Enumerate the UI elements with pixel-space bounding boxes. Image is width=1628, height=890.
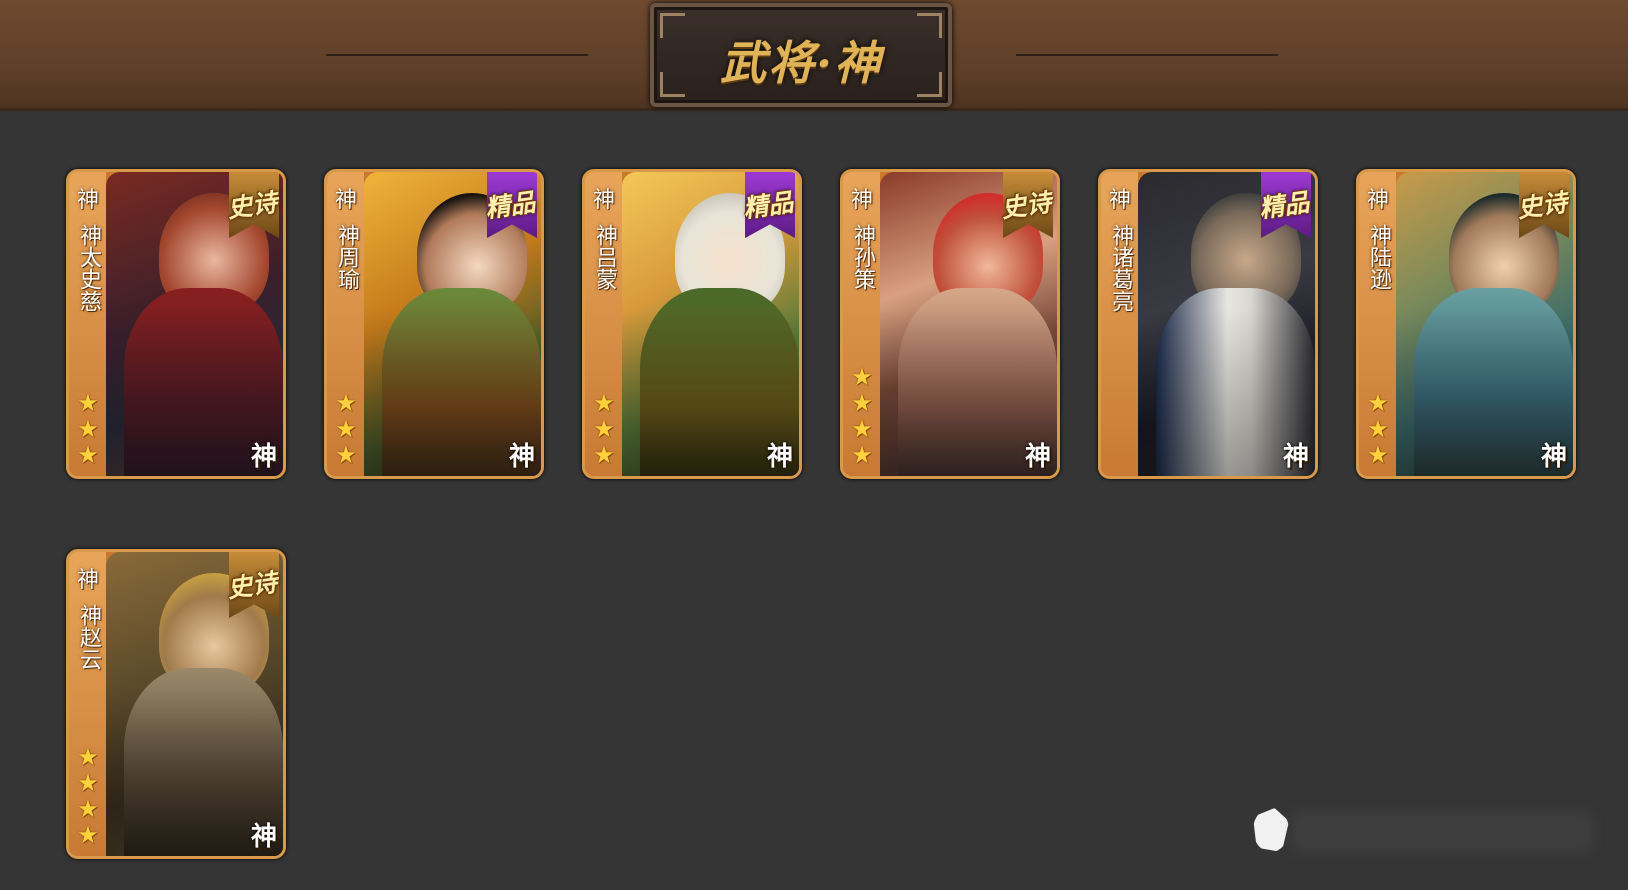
watermark-logo-icon xyxy=(1253,808,1289,852)
star-rating: ★ ★ ★ ★ xyxy=(74,744,102,848)
general-name: 神周瑜 xyxy=(334,224,359,290)
star-icon: ★ xyxy=(851,415,873,443)
general-card-zhaoyun[interactable]: 神 神赵云 ★ ★ ★ ★ 史诗 神 xyxy=(66,549,286,859)
star-icon: ★ xyxy=(1367,441,1389,469)
general-card-lvmeng[interactable]: 神 神吕蒙 ★ ★ ★ 精品 神 xyxy=(582,169,802,479)
god-badge: 神 xyxy=(250,442,277,472)
general-name: 神孙策 xyxy=(850,224,875,290)
star-icon: ★ xyxy=(77,743,99,771)
general-card-taishici[interactable]: 神 神太史慈 ★ ★ ★ 史诗 神 xyxy=(66,169,286,479)
card-side-strip xyxy=(1101,172,1138,476)
card-kind-label: 神 xyxy=(850,188,873,213)
general-name: 神太史慈 xyxy=(76,224,101,312)
card-kind-label: 神 xyxy=(76,568,99,593)
watermark-blur xyxy=(1292,812,1592,852)
star-icon: ★ xyxy=(593,389,615,417)
card-kind-label: 神 xyxy=(1366,188,1389,213)
star-icon: ★ xyxy=(851,441,873,469)
star-icon: ★ xyxy=(593,415,615,443)
star-icon: ★ xyxy=(77,821,99,849)
star-rating: ★ ★ ★ xyxy=(590,390,618,468)
star-icon: ★ xyxy=(1367,389,1389,417)
watermark-logo-shape xyxy=(1253,808,1289,852)
god-badge: 神 xyxy=(1024,442,1051,472)
star-icon: ★ xyxy=(77,441,99,469)
card-kind-label: 神 xyxy=(1108,188,1131,213)
general-name: 神赵云 xyxy=(76,604,101,670)
star-icon: ★ xyxy=(851,363,873,391)
card-kind-label: 神 xyxy=(76,188,99,213)
god-badge: 神 xyxy=(508,442,535,472)
star-icon: ★ xyxy=(593,441,615,469)
title-plaque: 武将·神 xyxy=(650,3,952,107)
card-kind-label: 神 xyxy=(592,188,615,213)
general-name: 神吕蒙 xyxy=(592,224,617,290)
general-name: 神陆逊 xyxy=(1366,224,1391,290)
star-icon: ★ xyxy=(1367,415,1389,443)
star-icon: ★ xyxy=(77,415,99,443)
header-bar: 武将·神 xyxy=(0,0,1628,111)
god-badge: 神 xyxy=(1282,442,1309,472)
page-title: 武将·神 xyxy=(719,36,882,90)
star-icon: ★ xyxy=(335,389,357,417)
star-rating: ★ ★ ★ xyxy=(74,390,102,468)
star-icon: ★ xyxy=(851,389,873,417)
star-icon: ★ xyxy=(77,769,99,797)
header-divider-left xyxy=(326,54,588,56)
star-rating: ★ ★ ★ xyxy=(1364,390,1392,468)
star-icon: ★ xyxy=(335,441,357,469)
star-icon: ★ xyxy=(335,415,357,443)
general-name: 神诸葛亮 xyxy=(1108,224,1133,312)
star-rating: ★ ★ ★ xyxy=(332,390,360,468)
god-badge: 神 xyxy=(1540,442,1567,472)
general-card-zhugeliang[interactable]: 神 神诸葛亮 精品 神 xyxy=(1098,169,1318,479)
star-icon: ★ xyxy=(77,389,99,417)
god-badge: 神 xyxy=(766,442,793,472)
header-divider-right xyxy=(1016,54,1278,56)
card-kind-label: 神 xyxy=(334,188,357,213)
star-icon: ★ xyxy=(77,795,99,823)
star-rating: ★ ★ ★ ★ xyxy=(848,364,876,468)
general-card-sunce[interactable]: 神 神孙策 ★ ★ ★ ★ 史诗 神 xyxy=(840,169,1060,479)
general-card-luxun[interactable]: 神 神陆逊 ★ ★ ★ 史诗 神 xyxy=(1356,169,1576,479)
general-card-zhouyu[interactable]: 神 神周瑜 ★ ★ ★ 精品 神 xyxy=(324,169,544,479)
god-badge: 神 xyxy=(250,822,277,852)
